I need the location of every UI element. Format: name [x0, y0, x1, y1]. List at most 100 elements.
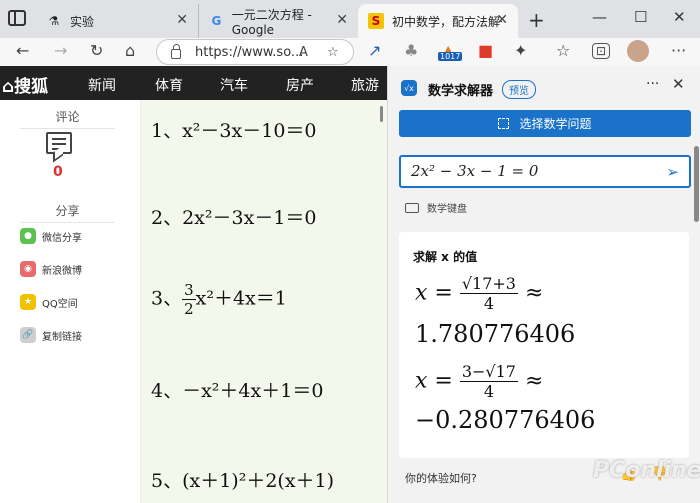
- solution-1: x = √17+3 4 ≈: [415, 274, 543, 313]
- more-menu-icon[interactable]: ···: [671, 41, 686, 60]
- keyboard-label: 数学键盘: [427, 204, 467, 215]
- close-panel-icon[interactable]: ✕: [672, 75, 685, 93]
- new-tab-button[interactable]: +: [528, 8, 545, 32]
- tab-actions-icon[interactable]: [8, 10, 26, 26]
- tab-1[interactable]: ⚗ 实验 ✕: [36, 4, 198, 38]
- site-logo[interactable]: ⌂搜狐: [2, 72, 48, 97]
- close-tab-icon[interactable]: ✕: [336, 12, 348, 28]
- nav-item-auto[interactable]: 汽车: [220, 75, 248, 95]
- equation-4: 4、－x²＋4x＋1＝0: [151, 380, 324, 402]
- tab-title: 实验: [70, 14, 95, 29]
- close-window-icon[interactable]: ✕: [673, 8, 686, 26]
- extension-icon[interactable]: ■: [478, 41, 493, 60]
- nav-item-sports[interactable]: 体育: [155, 75, 183, 95]
- panel-title: 数学求解器: [428, 84, 494, 99]
- fraction-denominator: 2: [184, 300, 194, 318]
- link-icon: 🔗: [20, 327, 36, 343]
- equation-3-prefix: 3、: [151, 287, 183, 310]
- share-label: 新浪微博: [42, 265, 82, 277]
- wechat-icon: ●: [20, 228, 36, 244]
- share-label: 复制链接: [42, 331, 82, 343]
- solution-card: 求解 x 的值 x = √17+3 4 ≈ 1.780776406 x = 3−√…: [399, 232, 689, 458]
- favorite-add-icon[interactable]: ☆: [327, 45, 339, 60]
- solution-fraction: √17+3 4: [459, 274, 518, 313]
- close-tab-icon[interactable]: ✕: [496, 12, 508, 28]
- share-label: 微信分享: [42, 232, 82, 244]
- result-title: 求解 x 的值: [413, 250, 478, 264]
- lock-icon[interactable]: [171, 44, 181, 59]
- math-keyboard-toggle[interactable]: 数学键盘: [405, 200, 467, 215]
- tab-strip: ⚗ 实验 ✕ G 一元二次方程 - Google ✕ S 初中数学，配方法解一元…: [0, 0, 700, 38]
- copy-link[interactable]: 🔗 复制链接: [20, 327, 82, 343]
- preview-badge: 预览: [502, 80, 536, 99]
- avatar[interactable]: [627, 40, 649, 62]
- minimize-icon[interactable]: —: [592, 8, 607, 26]
- sohu-icon: S: [368, 13, 384, 29]
- nav-item-news[interactable]: 新闻: [88, 75, 116, 95]
- favorites-icon[interactable]: ☆: [556, 41, 570, 60]
- google-icon: G: [211, 14, 222, 28]
- site-nav: ⌂搜狐 新闻 体育 汽车 房产 旅游: [0, 66, 387, 100]
- tab-title: 一元二次方程 - Google: [231, 7, 312, 37]
- crop-select-icon: [498, 118, 510, 129]
- panel-scrollbar[interactable]: [694, 146, 699, 222]
- solution-fraction: 3−√17 4: [459, 362, 518, 401]
- tab-title: 初中数学，配方法解一元: [392, 14, 502, 29]
- solution-2-value: −0.280776406: [415, 406, 596, 434]
- more-options-icon[interactable]: ···: [646, 76, 659, 92]
- extensions-puzzle-icon[interactable]: ✦: [514, 41, 527, 60]
- back-icon[interactable]: ←: [16, 41, 29, 60]
- extension-badge: 1017: [438, 52, 463, 61]
- math-solver-panel: √x 数学求解器 预览 ··· ✕ 选择数学问题 2x² − 3x − 1 = …: [387, 66, 700, 503]
- fraction-denominator: 4: [483, 382, 494, 401]
- weibo-icon: ◉: [20, 261, 36, 277]
- tab-2[interactable]: G 一元二次方程 - Google ✕: [198, 4, 358, 38]
- math-input-value: 2x² − 3x − 1 = 0: [411, 162, 539, 180]
- extension-icon[interactable]: ♣: [404, 41, 418, 60]
- equation-5: 5、(x＋1)²＋2(x＋1): [151, 470, 335, 492]
- forward-icon[interactable]: →: [54, 41, 67, 60]
- equation-1: 1、x²－3x－10＝0: [151, 120, 317, 142]
- comment-heading: 评论: [20, 108, 115, 129]
- fraction-denominator: 4: [483, 294, 494, 313]
- maximize-icon[interactable]: ☐: [634, 8, 647, 26]
- math-solver-logo-icon: √x: [401, 80, 417, 96]
- comment-icon[interactable]: [46, 132, 72, 154]
- equation-3-rest: x²＋4x＝1: [195, 287, 287, 310]
- share-label: QQ空间: [42, 298, 78, 310]
- comment-count: 0: [53, 164, 63, 180]
- share-weibo[interactable]: ◉ 新浪微博: [20, 261, 82, 277]
- fraction-numerator: √17+3: [459, 274, 518, 294]
- share-wechat[interactable]: ● 微信分享: [20, 228, 82, 244]
- refresh-icon[interactable]: ↻: [90, 41, 103, 60]
- nav-item-travel[interactable]: 旅游: [351, 75, 379, 95]
- approx-sign: ≈: [524, 280, 544, 306]
- share-qzone[interactable]: ★ QQ空间: [20, 294, 78, 310]
- fraction-numerator: 3: [182, 281, 196, 300]
- read-aloud-icon[interactable]: A: [299, 45, 308, 60]
- send-icon[interactable]: ➢: [666, 163, 679, 181]
- chart-extension-icon[interactable]: ↗: [368, 41, 381, 60]
- logo-text: 搜狐: [14, 77, 49, 97]
- nav-item-house[interactable]: 房产: [286, 75, 314, 95]
- home-icon[interactable]: ⌂: [125, 41, 135, 60]
- page-scrollbar[interactable]: [380, 106, 383, 122]
- feedback-prompt: 你的体验如何?: [405, 472, 477, 485]
- solution-1-value: 1.780776406: [415, 320, 576, 348]
- qzone-star-icon: ★: [20, 294, 36, 310]
- address-bar[interactable]: https://www.so... A ☆: [156, 39, 354, 65]
- article-content: 1、x²－3x－10＝0 2、2x²－3x－1＝0 3、 3 2 x²＋4x＝1 4、…: [141, 100, 387, 503]
- tab-3-active[interactable]: S 初中数学，配方法解一元 ✕: [358, 4, 518, 38]
- select-button-label: 选择数学问题: [519, 117, 592, 131]
- select-math-problem-button[interactable]: 选择数学问题: [399, 110, 691, 137]
- close-tab-icon[interactable]: ✕: [176, 12, 188, 28]
- share-sidebar: 评论 0 分享 ● 微信分享 ◉ 新浪微博 ★ QQ空间 🔗 复制链接: [0, 100, 141, 503]
- url-text: https://www.so...: [195, 44, 304, 60]
- toolbar: ← → ↻ ⌂ https://www.so... A ☆ ↗ ♣ ▲ 1017…: [0, 38, 700, 66]
- solution-2: x = 3−√17 4 ≈: [415, 362, 543, 401]
- math-solver-icon[interactable]: ⊡: [592, 43, 611, 59]
- home-icon: ⌂: [2, 77, 15, 97]
- equation-2: 2、2x²－3x－1＝0: [151, 207, 317, 229]
- math-input[interactable]: 2x² − 3x − 1 = 0 ➢: [399, 155, 691, 188]
- webpage: ⌂搜狐 新闻 体育 汽车 房产 旅游 评论 0 分享 ● 微信分享 ◉ 新浪微博…: [0, 66, 387, 503]
